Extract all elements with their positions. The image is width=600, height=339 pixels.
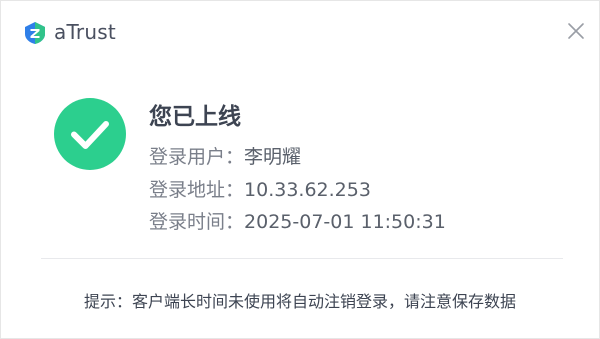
login-time-row: 登录时间：2025-07-01 11:50:31 [149,207,446,234]
title-bar: aTrust [1,1,599,65]
login-address-label: 登录地址： [149,179,245,201]
close-icon[interactable] [565,20,587,42]
login-time-value: 2025-07-01 11:50:31 [244,211,446,233]
login-user-label: 登录用户： [149,146,245,168]
atrust-status-window: aTrust 您已上线 登录用户：李明耀 登录地址：10.33.62.253 登… [0,0,600,339]
status-title: 您已上线 [149,104,241,130]
atrust-logo-icon [23,21,47,45]
login-user-value: 李明耀 [244,146,302,168]
login-address-value: 10.33.62.253 [244,179,371,201]
divider [41,258,563,259]
login-user-row: 登录用户：李明耀 [149,142,301,169]
app-title: aTrust [54,20,116,44]
login-address-row: 登录地址：10.33.62.253 [149,175,371,202]
check-circle-icon [53,97,127,171]
auto-logout-tip: 提示：客户端长时间未使用将自动注销登录，请注意保存数据 [83,292,516,311]
login-time-label: 登录时间： [149,211,245,233]
